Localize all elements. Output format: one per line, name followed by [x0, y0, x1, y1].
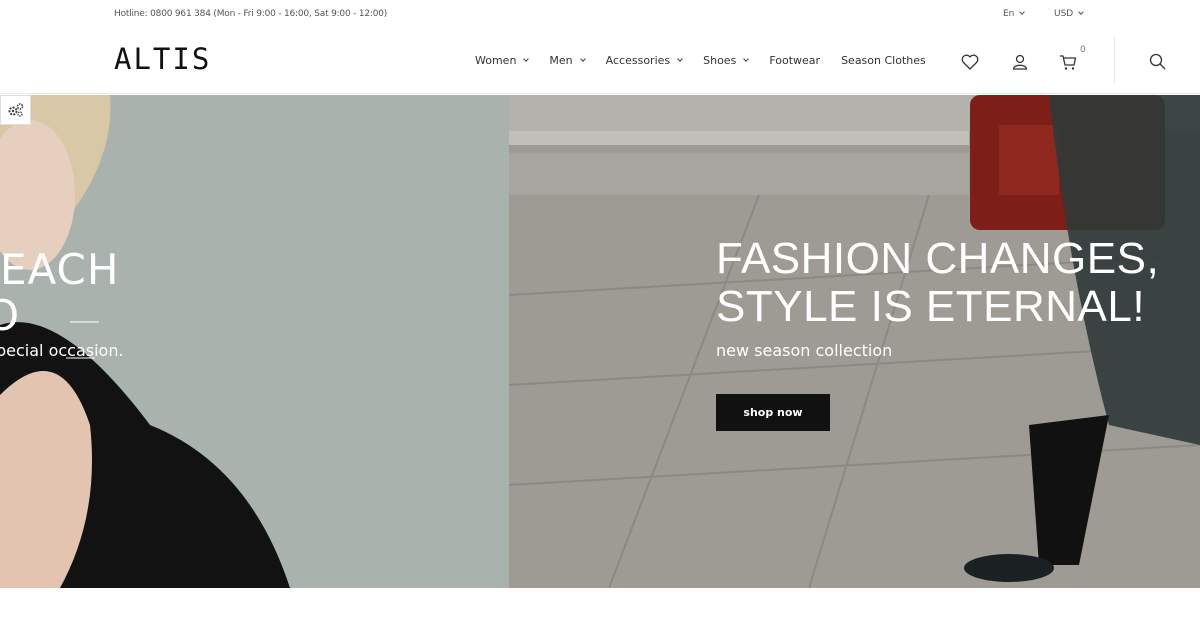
nav-item-label: Women: [475, 54, 517, 67]
nav-item-shoes[interactable]: Shoes: [703, 54, 750, 67]
chevron-down-icon: [677, 55, 683, 62]
previous-slide-title: EACH: [0, 245, 120, 294]
hotline-text: Hotline: 0800 961 384 (Mon - Fri 9:00 - …: [114, 9, 388, 19]
top-bar: Hotline: 0800 961 384 (Mon - Fri 9:00 - …: [0, 0, 1200, 30]
hero-title-line2: STYLE IS ETERNAL!: [716, 282, 1146, 331]
language-label: En: [1003, 9, 1015, 19]
previous-slide-subtitle: pecial occasion.: [0, 341, 124, 360]
nav-item-label: Season Clothes: [841, 54, 926, 67]
chevron-down-icon: [743, 55, 750, 62]
site-logo[interactable]: ALTIS: [114, 42, 211, 76]
heart-icon[interactable]: [960, 52, 980, 72]
chevron-down-icon: [1019, 9, 1026, 15]
shop-now-button[interactable]: shop now: [716, 394, 830, 431]
hero-title: FASHION CHANGES, STYLE IS ETERNAL!: [716, 235, 1159, 331]
main-nav: Women Men Accessories Shoes Footwear Sea…: [475, 54, 947, 67]
nav-item-label: Accessories: [605, 54, 671, 67]
currency-selector[interactable]: USD: [1054, 9, 1085, 19]
chevron-down-icon: [1078, 9, 1085, 15]
nav-item-footwear[interactable]: Footwear: [769, 54, 820, 67]
nav-item-men[interactable]: Men: [549, 54, 586, 67]
nav-item-accessories[interactable]: Accessories: [605, 54, 683, 67]
nav-item-label: Footwear: [769, 54, 821, 67]
gears-icon: [8, 103, 23, 117]
user-icon[interactable]: [1010, 52, 1030, 72]
chevron-down-icon: [579, 55, 586, 62]
language-selector[interactable]: En: [1003, 9, 1026, 19]
nav-item-season-clothes[interactable]: Season Clothes: [841, 54, 926, 67]
settings-button[interactable]: [0, 95, 31, 125]
site-header: ALTIS Women Men Accessories Shoes Footwe…: [0, 30, 1200, 94]
cart-count-badge: 0: [1080, 45, 1086, 55]
cart-icon[interactable]: [1058, 52, 1078, 72]
currency-label: USD: [1054, 9, 1074, 19]
nav-item-women[interactable]: Women: [475, 54, 530, 67]
chevron-down-icon: [523, 55, 530, 62]
search-icon[interactable]: [1148, 52, 1168, 72]
previous-slide-title-fragment-glyph: O: [0, 291, 20, 340]
hero-subtitle: new season collection: [716, 341, 893, 360]
hero-title-line1: FASHION CHANGES,: [716, 234, 1160, 283]
header-divider: [1114, 36, 1115, 84]
nav-item-label: Men: [549, 54, 573, 67]
previous-slide: EACH O pecial occasion.: [0, 95, 509, 588]
nav-item-label: Shoes: [703, 54, 737, 67]
hero-slider: EACH O pecial occasion. FASHION CHANGES,…: [0, 95, 1200, 588]
